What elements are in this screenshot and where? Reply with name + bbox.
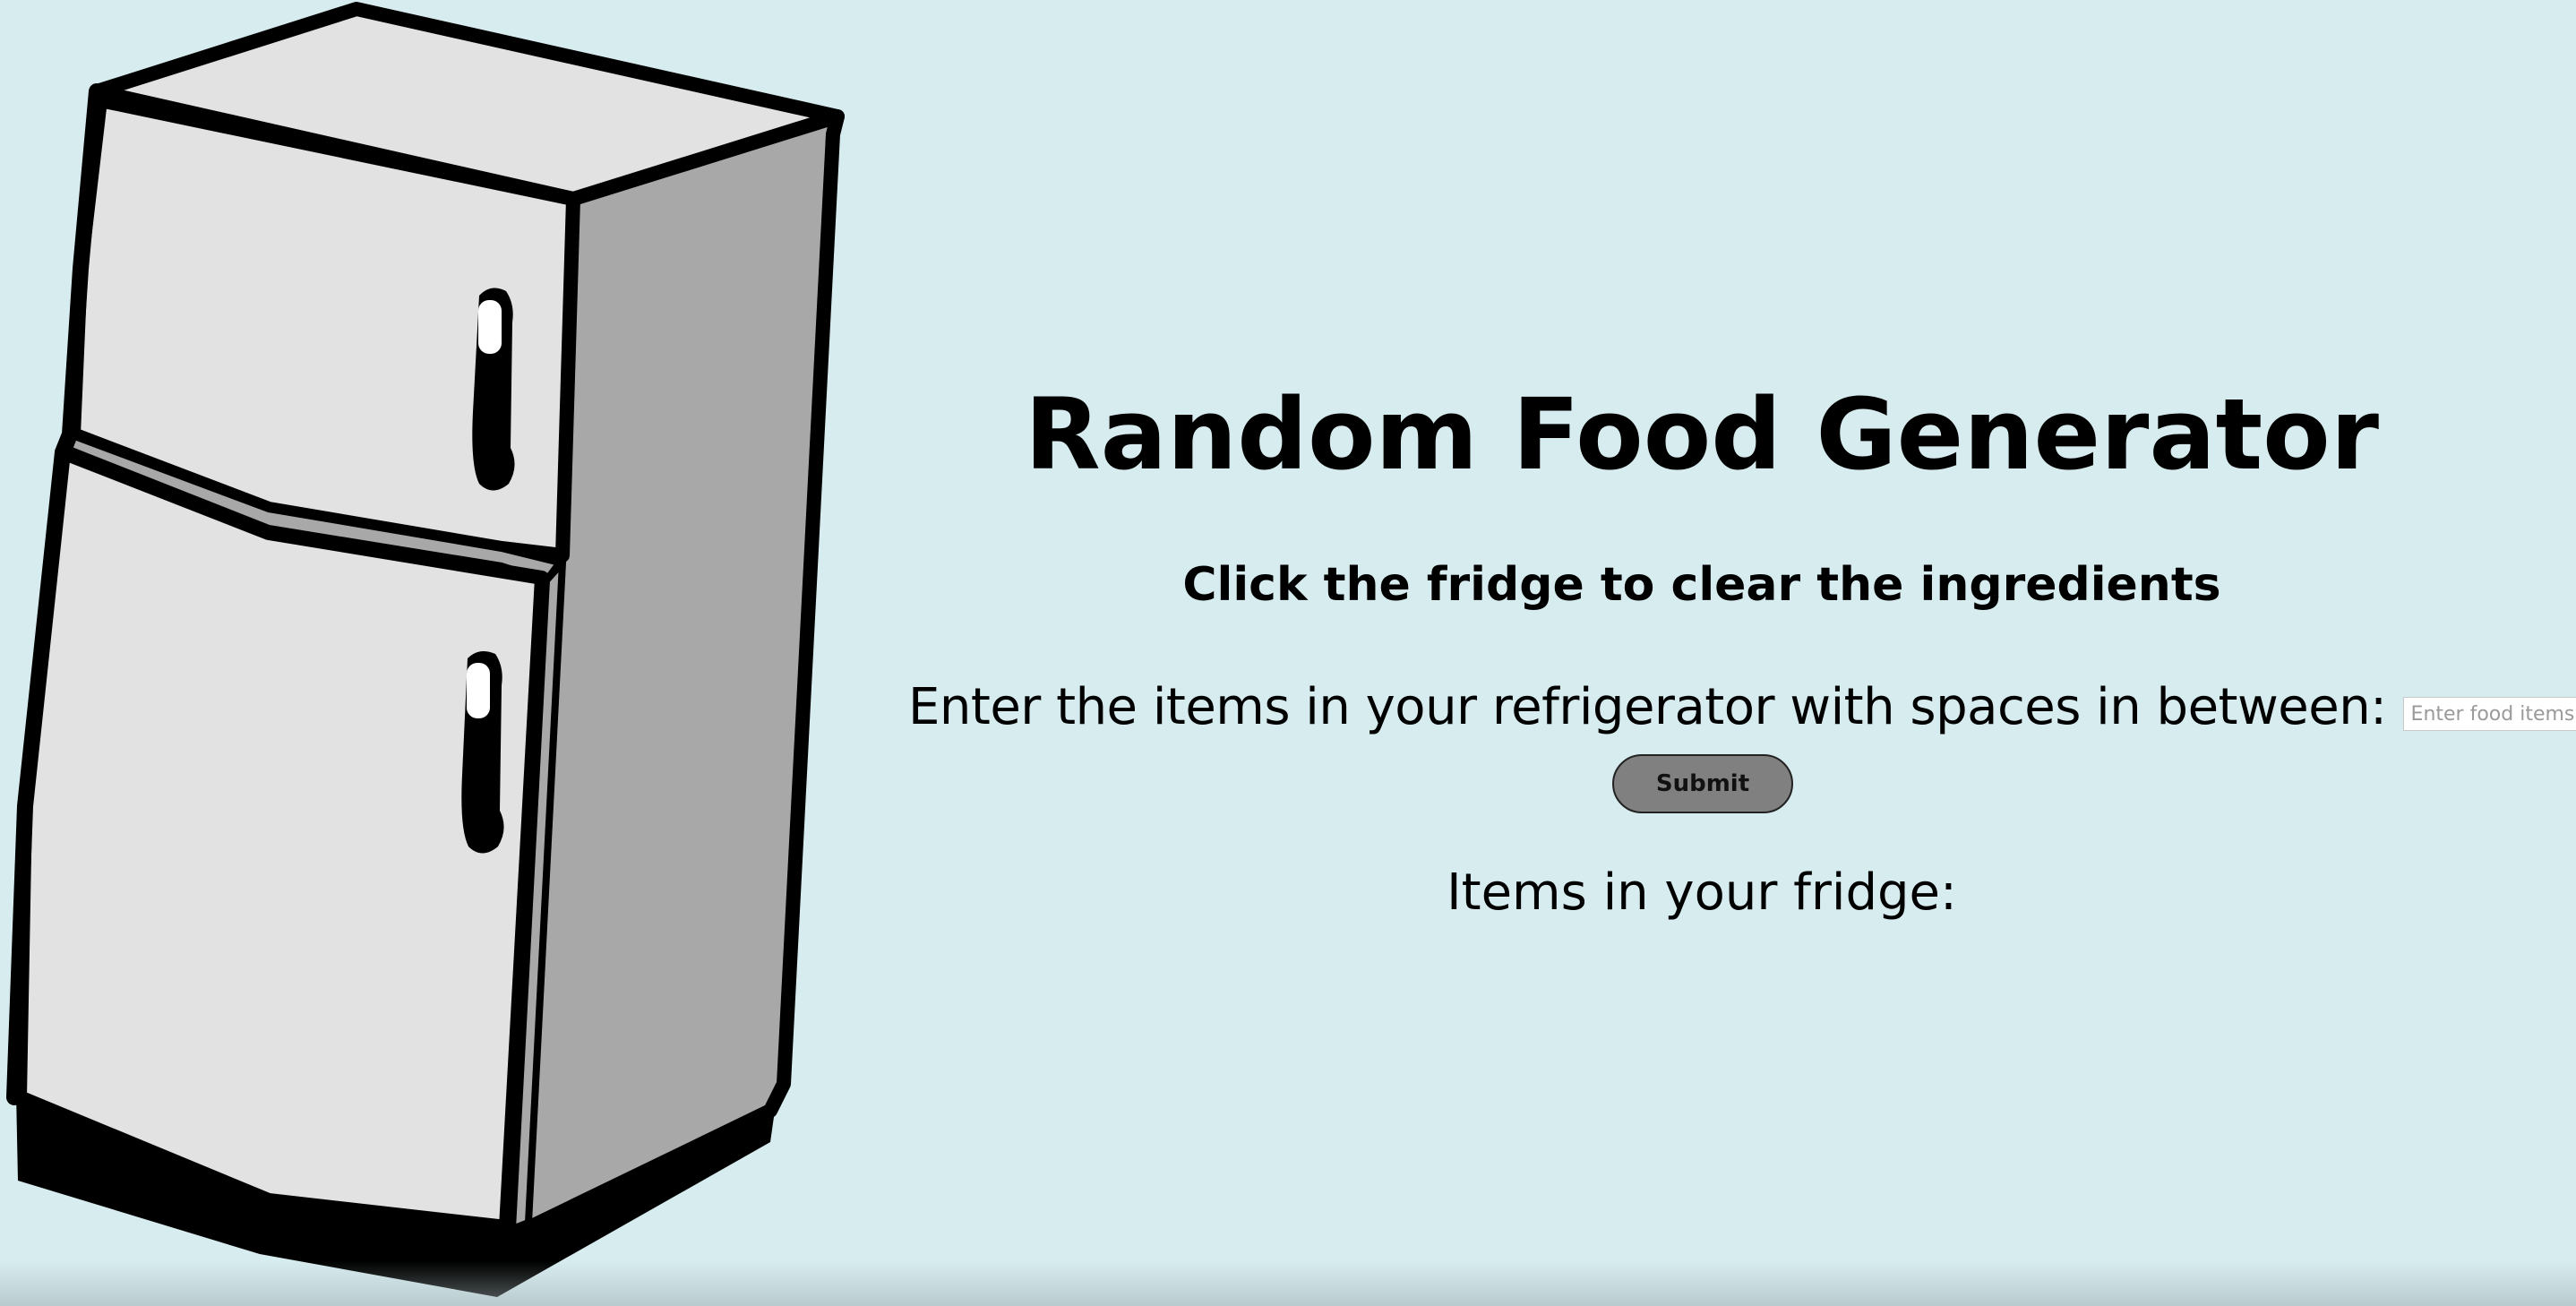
app-page: Random Food Generator Click the fridge t…	[0, 0, 2576, 1306]
refrigerator-icon	[6, 2, 845, 1297]
food-entry-label: Enter the items in your refrigerator wit…	[908, 678, 2387, 736]
food-entry-row: Enter the items in your refrigerator wit…	[908, 672, 2576, 743]
page-subtitle: Click the fridge to clear the ingredient…	[1182, 558, 2221, 612]
main-content: Random Food Generator Click the fridge t…	[860, 0, 2576, 1306]
submit-button[interactable]: Submit	[1612, 754, 1793, 813]
fridge-items-heading: Items in your fridge:	[1447, 864, 1957, 922]
food-items-input[interactable]	[2402, 697, 2576, 731]
fridge-clear-button[interactable]	[0, 0, 860, 1306]
page-title: Random Food Generator	[1024, 377, 2380, 492]
